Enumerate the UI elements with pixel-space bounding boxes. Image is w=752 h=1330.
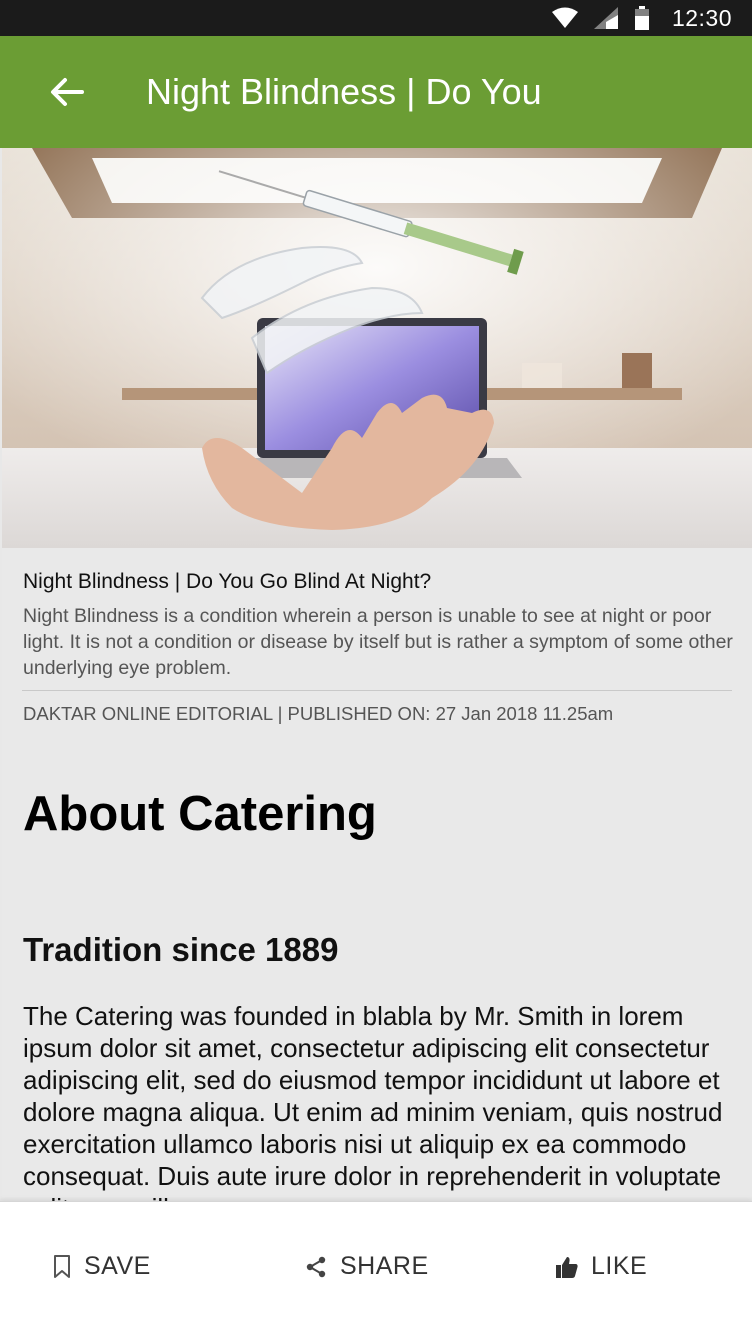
wifi-icon [551,7,578,28]
hero-image [2,148,752,548]
divider [22,690,732,691]
share-label: SHARE [340,1252,429,1280]
app-bar: Night Blindness | Do You [0,36,752,148]
arrow-back-icon [51,78,84,106]
app-bar-title: Night Blindness | Do You [146,71,542,112]
article-meta: DAKTAR ONLINE EDITORIAL | PUBLISHED ON: … [23,703,614,724]
hero-photo-illustration [2,148,752,548]
save-button[interactable]: SAVE [52,1252,151,1281]
article-summary: Night Blindness is a condition wherein a… [23,605,733,679]
status-bar: 12:30 [0,0,752,36]
battery-icon [634,6,649,30]
share-icon [306,1256,326,1277]
save-label: SAVE [84,1252,151,1280]
back-button[interactable] [36,61,98,123]
share-button[interactable]: SHARE [304,1252,429,1281]
status-time: 12:30 [671,4,732,31]
section-subheading: Tradition since 1889 [23,931,339,968]
cellular-signal-icon [593,7,618,29]
article-body: The Catering was founded in blabla by Mr… [23,1001,723,1203]
section-heading: About Catering [23,787,377,841]
article-content: Night Blindness | Do You Go Blind At Nig… [2,548,752,1203]
thumbs-up-icon [556,1256,578,1278]
bottom-action-bar: SAVE SHARE LIKE [0,1201,752,1330]
like-button[interactable]: LIKE [555,1252,647,1281]
article-title: Night Blindness | Do You Go Blind At Nig… [23,570,432,593]
bookmark-icon [54,1254,70,1278]
like-label: LIKE [591,1252,648,1280]
